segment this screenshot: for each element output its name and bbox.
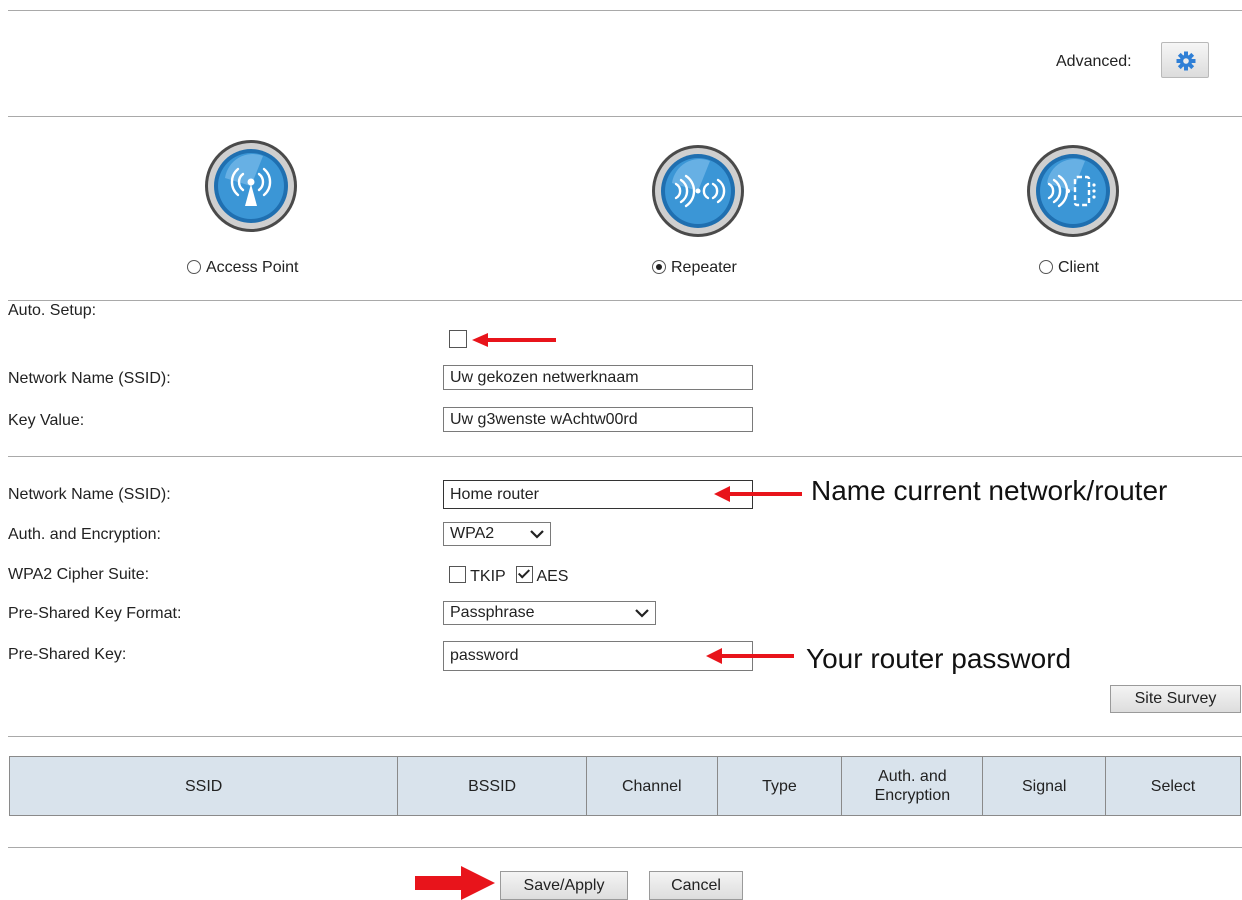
site-survey-button[interactable]: Site Survey <box>1110 685 1241 713</box>
column-header-label: Auth. and Encryption <box>874 768 951 804</box>
site-survey-table: SSID BSSID Channel Type Auth. and Encryp… <box>8 756 1241 816</box>
tkip-label: TKIP <box>470 568 506 585</box>
annotation-arrow <box>706 648 794 664</box>
client-icon[interactable] <box>1025 143 1121 239</box>
auto-setup-label: Auto. Setup: <box>8 302 97 319</box>
aes-checkbox[interactable] <box>515 566 533 583</box>
repeater-icon[interactable] <box>650 143 746 239</box>
mode-access-point-option[interactable]: Access Point <box>187 259 298 277</box>
annotation-arrow <box>415 866 495 900</box>
repeater-label: Repeater <box>671 259 737 276</box>
network-annotation: Name current network/router <box>811 475 1168 506</box>
auth-select-value: WPA2 <box>450 525 495 542</box>
tkip-checkbox[interactable] <box>449 566 466 583</box>
psk-label: Pre-Shared Key: <box>8 646 127 663</box>
advanced-settings-button[interactable] <box>1161 42 1209 78</box>
cancel-button[interactable]: Cancel <box>649 871 743 900</box>
psk-format-select-value: Passphrase <box>450 604 535 621</box>
cipher-options: TKIP AES <box>449 566 568 586</box>
client-label: Client <box>1058 259 1099 276</box>
top-divider <box>8 10 1242 11</box>
client-radio[interactable] <box>1039 260 1053 274</box>
mode-repeater-option[interactable]: Repeater <box>652 259 737 277</box>
auth-label: Auth. and Encryption: <box>8 526 161 543</box>
password-annotation: Your router password <box>806 643 1072 674</box>
auth-select[interactable]: WPA2 <box>443 522 551 546</box>
advanced-label: Advanced: <box>1056 53 1132 70</box>
repeater-radio[interactable] <box>652 260 666 274</box>
key-value-input[interactable]: Uw g3wenste wAchtw00rd <box>443 407 753 432</box>
repeater-ssid-input[interactable]: Uw gekozen netwerknaam <box>443 365 753 390</box>
mode-client-option[interactable]: Client <box>1039 259 1099 277</box>
divider <box>8 456 1242 457</box>
gear-icon <box>1176 51 1196 71</box>
root-ssid-label: Network Name (SSID): <box>8 486 171 503</box>
table-header-row: SSID BSSID Channel Type Auth. and Encryp… <box>8 756 1241 816</box>
annotation-arrow <box>472 333 556 347</box>
column-header: Type <box>716 756 843 816</box>
root-ssid-input[interactable]: Home router <box>443 480 753 509</box>
key-value-label: Key Value: <box>8 412 85 429</box>
aes-label: AES <box>536 568 569 585</box>
cipher-label: WPA2 Cipher Suite: <box>8 566 150 583</box>
psk-format-label: Pre-Shared Key Format: <box>8 605 182 622</box>
save-apply-button[interactable]: Save/Apply <box>500 871 628 900</box>
psk-format-select[interactable]: Passphrase <box>443 601 656 625</box>
divider <box>8 300 1242 301</box>
access-point-label: Access Point <box>206 259 299 276</box>
column-header: SSID <box>8 756 399 816</box>
column-header: BSSID <box>397 756 587 816</box>
repeater-ssid-label: Network Name (SSID): <box>8 370 171 387</box>
chevron-down-icon <box>635 609 649 618</box>
column-header: Select <box>1105 756 1241 816</box>
auto-setup-checkbox[interactable] <box>449 330 467 348</box>
chevron-down-icon <box>530 530 544 539</box>
access-point-radio[interactable] <box>187 260 201 274</box>
divider <box>8 116 1242 117</box>
column-header: Auth. and Encryption <box>841 756 984 816</box>
column-header: Channel <box>585 756 718 816</box>
annotation-arrow <box>714 486 802 502</box>
column-header: Signal <box>982 756 1106 816</box>
access-point-icon[interactable] <box>203 138 299 234</box>
divider <box>8 847 1242 848</box>
divider <box>8 736 1242 737</box>
